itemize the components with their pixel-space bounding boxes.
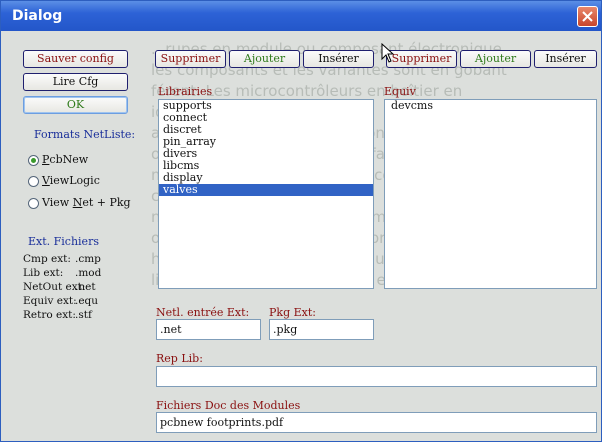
docs-field[interactable]: pcbnew footprints.pdf — [156, 412, 597, 433]
cmp-ext-row: Cmp ext: .cmp — [23, 253, 101, 265]
radio-viewlogic-rest: iewLogic — [49, 174, 100, 187]
ext-name: Cmp ext: — [23, 253, 71, 265]
radio-pcbnew-label: PcbNew — [42, 153, 88, 166]
ext-value: .net — [75, 281, 96, 293]
ext-name: Equiv ext: — [23, 295, 77, 307]
ext-name: Lib ext: — [23, 267, 64, 279]
netout-ext-row: NetOut ext: .net — [23, 281, 96, 293]
equiv-insert-button[interactable]: Insérer — [534, 50, 597, 68]
libraries-label: Librairies — [158, 85, 213, 98]
lib-insert-button[interactable]: Insérer — [303, 50, 374, 68]
equiv-list[interactable]: devcms — [384, 99, 597, 289]
save-config-button[interactable]: Sauver config — [23, 50, 128, 68]
ext-name: Retro ext: — [23, 309, 76, 321]
close-icon — [582, 11, 593, 22]
title-bar[interactable]: Dialog — [1, 1, 601, 31]
retro-ext-row: Retro ext: .stf — [23, 309, 92, 321]
radio-button-icon — [28, 155, 39, 166]
equiv-ext-row: Equiv ext: .equ — [23, 295, 98, 307]
libraries-list[interactable]: supports connect discret pin_array diver… — [158, 99, 374, 289]
netl-ext-label: Netl. entrée Ext: — [156, 306, 250, 319]
netl-ext-field[interactable]: .net — [156, 319, 261, 340]
radio-pcbnew-rest: cbNew — [49, 153, 89, 166]
equiv-label: Equiv — [384, 85, 416, 98]
lib-add-button[interactable]: Ajouter — [229, 50, 300, 68]
radio-button-icon — [28, 176, 39, 187]
equiv-delete-button[interactable]: Supprimer — [386, 50, 457, 68]
radio-view-net-pkg-pre: View — [42, 196, 73, 209]
list-item[interactable]: devcms — [385, 100, 596, 112]
equiv-add-button[interactable]: Ajouter — [460, 50, 531, 68]
replib-label: Rep Lib: — [156, 352, 203, 365]
lib-ext-row: Lib ext: .mod — [23, 267, 101, 279]
window-title: Dialog — [12, 8, 63, 24]
radio-viewlogic-mnemonic: V — [42, 174, 50, 187]
radio-view-net-pkg-rest: et + Pkg — [82, 196, 131, 209]
list-item-selected[interactable]: valves — [159, 184, 373, 196]
ext-value: .stf — [75, 309, 92, 321]
ext-value: .mod — [75, 267, 102, 279]
pkg-ext-label: Pkg Ext: — [269, 306, 316, 319]
read-cfg-button[interactable]: Lire Cfg — [23, 73, 128, 91]
radio-viewlogic-label: ViewLogic — [42, 174, 100, 187]
ext-value: .cmp — [75, 253, 101, 265]
radio-button-icon — [28, 198, 39, 209]
mouse-pointer-icon — [381, 43, 394, 63]
ext-files-label: Ext. Fichiers — [28, 235, 99, 248]
pkg-ext-field[interactable]: .pkg — [269, 319, 374, 340]
radio-view-net-pkg-label: View Net + Pkg — [42, 196, 131, 209]
ext-value: .equ — [75, 295, 99, 307]
ok-button[interactable]: OK — [23, 96, 128, 114]
radio-view-net-pkg-mnemonic: N — [72, 196, 83, 209]
lib-delete-button[interactable]: Supprimer — [155, 50, 226, 68]
close-button[interactable] — [577, 6, 598, 27]
replib-field[interactable] — [156, 366, 597, 387]
formats-label: Formats NetListe: — [34, 128, 136, 141]
docs-label: Fichiers Doc des Modules — [156, 399, 301, 412]
dialog-window: ...rupes en module ou composant électron… — [0, 0, 602, 442]
